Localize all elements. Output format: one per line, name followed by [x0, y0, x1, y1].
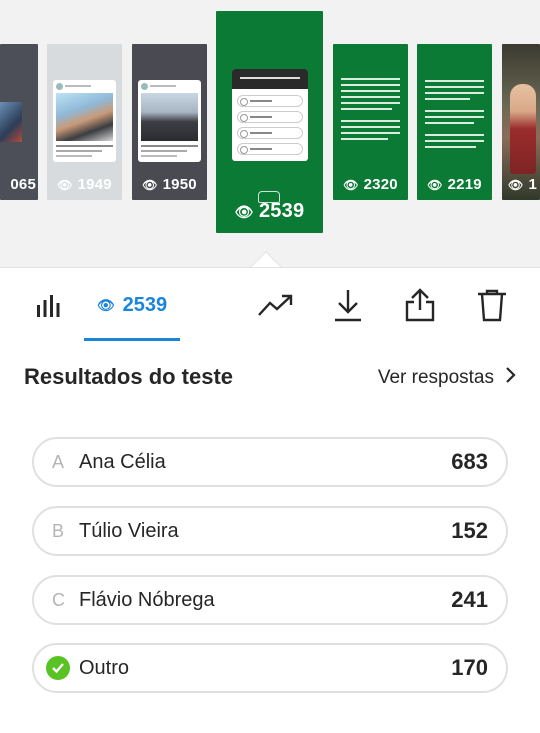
eye-icon: 👁 — [142, 178, 158, 192]
trending-up-icon[interactable] — [252, 269, 300, 341]
story-image — [510, 84, 536, 174]
option-label: Outro — [79, 656, 130, 679]
checkmark-icon — [46, 656, 70, 680]
see-answers-label: Ver respostas — [377, 367, 494, 388]
eye-icon: 👁 — [343, 178, 359, 192]
download-icon[interactable] — [326, 269, 370, 341]
quiz-sticker — [232, 69, 308, 161]
post-card — [138, 80, 201, 162]
story-thumbnail[interactable]: 👁 1 — [502, 44, 540, 200]
story-thumbnail[interactable]: 👁 2320 — [333, 44, 408, 200]
results-title: Resultados do teste — [24, 364, 234, 389]
option-count: 152 — [451, 518, 488, 543]
option-letter: C — [52, 589, 65, 610]
story-thumbnail[interactable]: 👁 1949 — [47, 44, 122, 200]
eye-icon: 👁 — [234, 204, 254, 221]
views-count: 2539 — [122, 293, 168, 316]
insights-toolbar: 👁 2539 — [0, 269, 540, 341]
tab-views[interactable]: 👁 2539 — [84, 269, 180, 341]
quiz-option-correct: Outro 170 — [32, 643, 508, 693]
post-photo — [56, 93, 113, 141]
quiz-option-b: B Túlio Vieira 152 — [32, 506, 508, 556]
see-answers-link[interactable]: Ver respostas — [378, 366, 516, 390]
option-count: 170 — [451, 655, 488, 680]
option-letter: B — [52, 520, 65, 541]
option-label: Ana Célia — [79, 450, 166, 473]
eye-icon: 👁 — [508, 178, 524, 192]
option-label: Flávio Nóbrega — [79, 588, 215, 611]
share-icon[interactable] — [398, 269, 442, 341]
quiz-option-a: A Ana Célia 683 — [32, 437, 508, 487]
story-views: 👁 2219 — [427, 176, 482, 193]
eye-icon: 👁 — [57, 178, 73, 192]
option-label: Túlio Vieira — [79, 519, 179, 542]
story-views: 👁 1949 — [57, 176, 112, 193]
story-thumbnail[interactable]: 👁 2219 — [417, 44, 492, 200]
story-thumbnail[interactable]: 👁 1950 — [132, 44, 207, 200]
chevron-right-icon — [504, 366, 516, 390]
story-views: 👁 2539 — [234, 200, 305, 222]
tab-indicator — [84, 338, 180, 341]
eye-icon: 👁 — [427, 178, 443, 192]
option-count: 241 — [451, 587, 488, 612]
story-views: 065 — [10, 176, 36, 193]
story-views: 👁 1950 — [142, 176, 197, 193]
story-views: 👁 2320 — [343, 176, 398, 193]
story-thumbnail[interactable]: 065 — [0, 44, 38, 200]
story-views: 👁 1 — [508, 176, 537, 193]
post-photo — [141, 93, 198, 141]
quiz-option-c: C Flávio Nóbrega 241 — [32, 575, 508, 625]
bar-chart-icon[interactable] — [26, 269, 70, 341]
story-image — [0, 102, 22, 142]
story-thumbnail-selected[interactable]: 👁 2539 — [216, 11, 323, 233]
story-strip: 065 👁 1949 👁 1950 👁 2539 👁 2320 👁 2219 👁… — [0, 0, 540, 268]
trash-icon[interactable] — [470, 269, 514, 341]
eye-icon: 👁 — [96, 296, 115, 313]
option-count: 683 — [451, 449, 488, 474]
option-letter: A — [52, 451, 65, 472]
post-card — [53, 80, 116, 162]
selection-pointer — [249, 251, 283, 267]
